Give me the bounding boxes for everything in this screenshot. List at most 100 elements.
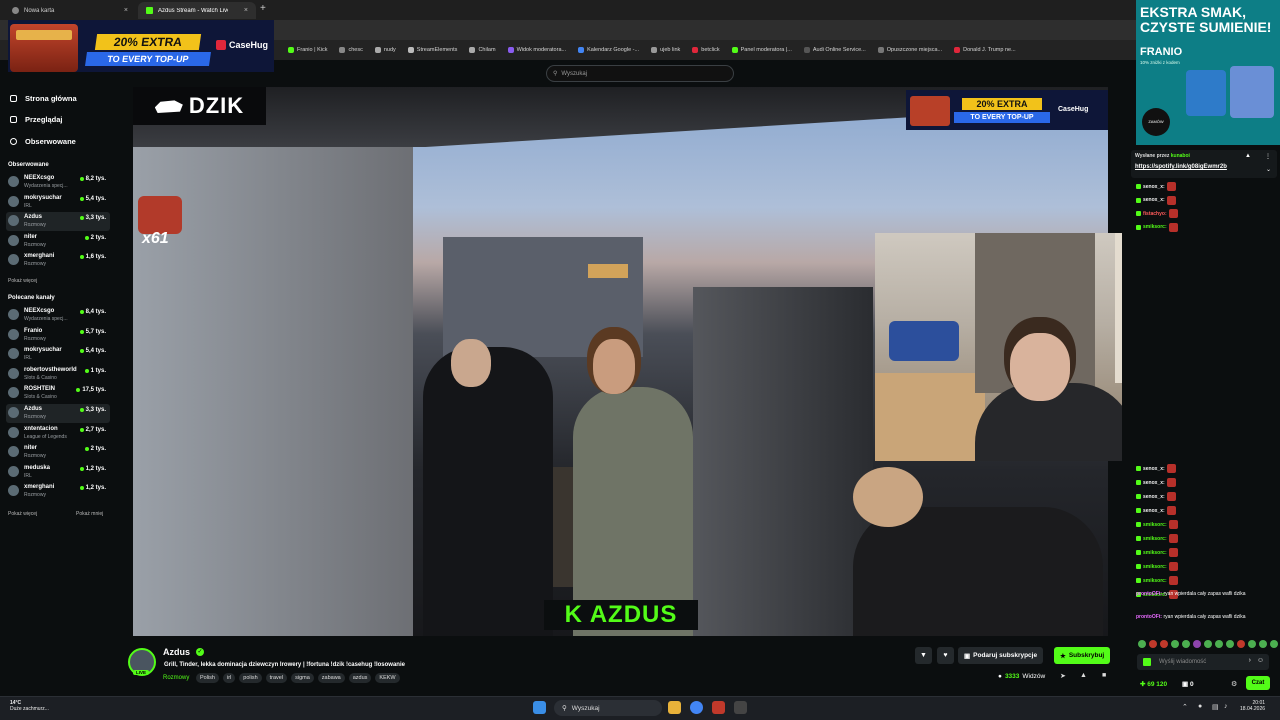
report-icon[interactable]: ▲: [1080, 672, 1087, 679]
sidebar-channel-mokrysuchar[interactable]: mokrysuchar IRL 5,4 tys.: [6, 193, 110, 212]
casehug-ad-banner[interactable]: 20% EXTRA TO EVERY TOP-UP CaseHug: [8, 20, 274, 72]
system-clock[interactable]: 20:01 18.04.2026: [1240, 700, 1265, 712]
bookmark-item[interactable]: betclick: [692, 47, 720, 53]
taskbar-search[interactable]: ⚲ Wyszukaj: [554, 700, 662, 716]
bookmark-item[interactable]: Panel moderatora |...: [731, 47, 792, 53]
recommended-show-more[interactable]: Pokaż więcej: [8, 511, 37, 517]
emote-icon[interactable]: [1182, 640, 1190, 648]
channel-avatar: [8, 215, 19, 227]
recommended-show-less[interactable]: Pokaż mniej: [76, 511, 103, 517]
emote-icon[interactable]: [1204, 640, 1212, 648]
tag-pill[interactable]: KEKW: [375, 673, 400, 683]
emote-icon[interactable]: [1160, 640, 1168, 648]
tag-pill[interactable]: polish: [239, 673, 262, 683]
bookmark-item[interactable]: Donald J. Trump ne...: [954, 47, 1016, 53]
tag-pill[interactable]: travel: [265, 673, 288, 683]
volume-icon[interactable]: ♪: [1224, 703, 1228, 710]
bookmark-item[interactable]: Franio | Kick: [288, 47, 327, 53]
emote-icon[interactable]: [1259, 640, 1267, 648]
tag-pill[interactable]: sigma: [291, 673, 314, 683]
nav-browse[interactable]: Przeglądaj: [10, 115, 63, 124]
pinned-link[interactable]: https://spotify.link/g08igEwmr2b: [1135, 164, 1227, 170]
app-icon[interactable]: [712, 701, 725, 714]
search-input[interactable]: ⚲ Wyszukaj: [546, 65, 734, 82]
close-icon[interactable]: ×: [124, 7, 128, 14]
tray-chevron-icon[interactable]: ⌃: [1182, 703, 1188, 711]
bookmark-item[interactable]: chesc: [339, 47, 363, 53]
pin-icon[interactable]: ▲: [1245, 153, 1251, 159]
gift-subs-button[interactable]: ▣ Podaruj subskrypcje: [958, 647, 1044, 664]
new-tab-button[interactable]: +: [260, 3, 266, 14]
chrome-icon[interactable]: [690, 701, 703, 714]
emote-icon[interactable]: [1193, 640, 1201, 648]
emote-icon[interactable]: [1248, 640, 1256, 648]
emote-icon[interactable]: [1149, 640, 1157, 648]
sidebar-channel-xntentacion[interactable]: xntentacion League of Legends 2,7 tys.: [6, 424, 110, 443]
emote-icon[interactable]: [1226, 640, 1234, 648]
more-icon[interactable]: ⋮: [1265, 153, 1271, 160]
sidebar-channel-meduska[interactable]: meduska IRL 1,2 tys.: [6, 463, 110, 482]
windows-start-icon[interactable]: [533, 701, 546, 714]
bookmark-item[interactable]: Opuszczone miejsca...: [877, 47, 942, 53]
nav-following[interactable]: Obserwowane: [10, 137, 76, 146]
sidebar-channel-xmerghani[interactable]: xmerghani Rozmowy 1,2 tys.: [6, 482, 110, 501]
emote-icon[interactable]: [1171, 640, 1179, 648]
share-icon[interactable]: ➤: [1060, 672, 1066, 680]
casehug-video-ad: 20% EXTRA TO EVERY TOP-UP CaseHug: [906, 90, 1108, 130]
tab-azdus-stream[interactable]: Azdus Stream - Watch Live ×: [138, 2, 256, 19]
tag-pill[interactable]: zabawa: [317, 673, 345, 683]
sidebar-channel-niter[interactable]: niter Rozmowy 2 tys.: [6, 232, 110, 251]
nav-home[interactable]: Strona główna: [10, 94, 77, 103]
settings-icon[interactable]: ⚙: [1231, 680, 1237, 688]
weather-widget[interactable]: 14°C Duże zachmurz...: [10, 700, 49, 712]
channel-category: Slots & Casino: [24, 374, 57, 381]
emoji-icon[interactable]: ☺: [1257, 657, 1264, 664]
subscribe-button[interactable]: ★ Subskrybuj: [1054, 647, 1111, 664]
bookmark-folder[interactable]: Chilam: [469, 47, 496, 53]
sidebar-channel-azdus[interactable]: Azdus Rozmowy 3,3 tys.: [6, 212, 110, 232]
sidebar-channel-roshtein[interactable]: ROSHTEIN Slots & Casino 17,5 tys.: [6, 384, 110, 403]
stream-category[interactable]: Rozmowy: [163, 675, 189, 681]
bookmark-item[interactable]: Audi Online Service...: [803, 47, 866, 53]
chevron-down-icon[interactable]: ⌄: [1266, 166, 1271, 173]
kicks-balance[interactable]: ▣ 0: [1182, 680, 1194, 688]
channel-points[interactable]: ✚ 69 120: [1140, 680, 1167, 688]
file-explorer-icon[interactable]: [668, 701, 681, 714]
clip-icon[interactable]: ■: [1102, 672, 1106, 679]
emote-icon[interactable]: [1215, 640, 1223, 648]
command-icon[interactable]: ›: [1249, 657, 1251, 664]
sidebar-channel-azdus[interactable]: Azdus Rozmowy 3,3 tys.: [6, 404, 110, 423]
emote-icon[interactable]: [1237, 640, 1245, 648]
tag-pill[interactable]: azdus: [348, 673, 372, 683]
follow-heart-button[interactable]: ♥: [937, 647, 954, 664]
sidebar-channel-niter[interactable]: niter Rozmowy 2 tys.: [6, 443, 110, 462]
emote-icon[interactable]: [1138, 640, 1146, 648]
sidebar-channel-robertovstheworld[interactable]: robertovstheworld Slots & Casino 1 tys.: [6, 365, 110, 384]
followed-show-more[interactable]: Pokaż więcej: [8, 278, 37, 284]
sidebar-channel-neexcsgo[interactable]: NEEXcsgo Wydarzenia specj... 8,2 tys.: [6, 173, 110, 192]
franio-ad-banner[interactable]: EKSTRA SMAK, CZYSTE SUMIENIE! FRANIO 10% …: [1136, 0, 1280, 145]
bookmark-folder[interactable]: nudy: [374, 47, 396, 53]
viewer-count: 2 tys.: [84, 446, 106, 452]
tab-new-tab[interactable]: Nowa karta ×: [4, 2, 136, 19]
bookmark-item[interactable]: Widok moderatora...: [507, 47, 566, 53]
bookmark-item[interactable]: StreamElements: [407, 47, 457, 53]
streamer-name[interactable]: Azdus: [163, 647, 190, 657]
sidebar-channel-neexcsgo[interactable]: NEEXcsgo Wydarzenia specj... 8,4 tys.: [6, 306, 110, 325]
tag-pill[interactable]: irl: [222, 673, 236, 683]
bookmark-item[interactable]: ujeb link: [651, 47, 680, 53]
chat-send-button[interactable]: Czat: [1246, 676, 1270, 690]
terminal-icon[interactable]: [734, 701, 747, 714]
close-icon[interactable]: ×: [244, 7, 248, 14]
bookmark-item[interactable]: Kalendarz Google -...: [578, 47, 639, 53]
sidebar-channel-xmerghani[interactable]: xmerghani Rozmowy 1,6 tys.: [6, 251, 110, 270]
chat-input[interactable]: Wyślij wiadomość › ☺: [1137, 654, 1269, 670]
network-icon[interactable]: ▤: [1212, 703, 1219, 711]
tray-app-icon[interactable]: ●: [1198, 703, 1202, 710]
emote-icon[interactable]: [1270, 640, 1278, 648]
chat-message: fistachyo:: [1136, 209, 1178, 218]
tag-pill[interactable]: Polish: [196, 673, 219, 683]
sidebar-channel-franio[interactable]: Franio Rozmowy 5,7 tys.: [6, 326, 110, 345]
sidebar-channel-mokrysuchar[interactable]: mokrysuchar IRL 5,4 tys.: [6, 345, 110, 364]
notification-bell-button[interactable]: ▼: [915, 647, 932, 664]
